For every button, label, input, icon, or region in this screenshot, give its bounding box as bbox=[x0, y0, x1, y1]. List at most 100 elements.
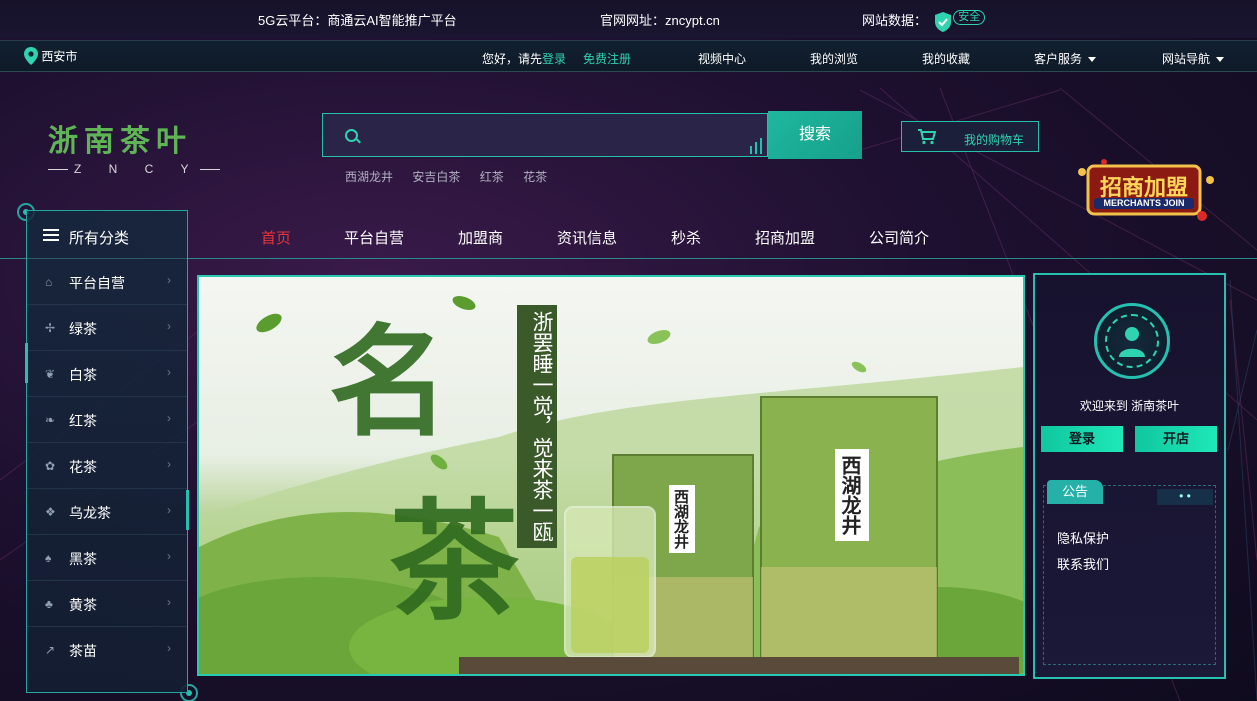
leaf-icon: ❖ bbox=[45, 505, 56, 519]
search-box bbox=[322, 113, 768, 157]
banner-big-character-2: 茶 bbox=[389, 485, 520, 638]
merchant-en-text: MERCHANTS JOIN bbox=[1094, 198, 1194, 209]
logo-subtitle: Z N C Y bbox=[48, 162, 228, 176]
shopping-cart-button[interactable]: 我的购物车 bbox=[901, 121, 1039, 152]
notice-pagination-dots[interactable]: • • bbox=[1157, 489, 1213, 505]
category-item[interactable]: ❦ 白茶 › bbox=[27, 351, 187, 397]
chevron-right-icon: › bbox=[167, 365, 171, 379]
platform-text: 5G云平台：商通云AI智能推广平台 bbox=[258, 13, 457, 28]
banner-artwork bbox=[199, 296, 1023, 674]
category-item[interactable]: ♣ 黄茶 › bbox=[27, 581, 187, 627]
customer-service-label: 客户服务 bbox=[1034, 52, 1083, 66]
notice-tab[interactable]: 公告 bbox=[1047, 480, 1103, 504]
chevron-down-icon bbox=[1216, 57, 1225, 63]
my-browse-link[interactable]: 我的浏览 bbox=[810, 50, 858, 67]
tea-box-label-large: 西湖龙井 bbox=[835, 449, 869, 541]
search-icon bbox=[345, 129, 358, 142]
cart-label: 我的购物车 bbox=[964, 133, 1025, 147]
shield-check-icon bbox=[934, 11, 951, 32]
my-favorites-link[interactable]: 我的收藏 bbox=[922, 50, 970, 67]
nav-company-intro[interactable]: 公司简介 bbox=[869, 227, 929, 248]
logo-sub-text: Z N C Y bbox=[74, 162, 201, 176]
chevron-right-icon: › bbox=[167, 319, 171, 333]
chevron-right-icon: › bbox=[167, 641, 171, 655]
site-logo[interactable]: 浙南茶叶 Z N C Y bbox=[48, 116, 228, 176]
category-header-label: 所有分类 bbox=[69, 230, 130, 247]
location-text: 西安市 bbox=[41, 49, 78, 64]
category-header[interactable]: 所有分类 bbox=[27, 211, 187, 259]
banner-big-character-1: 名 bbox=[329, 312, 449, 453]
category-label: 白茶 bbox=[69, 367, 97, 383]
chevron-down-icon bbox=[1088, 57, 1097, 63]
category-label: 黄茶 bbox=[69, 597, 97, 613]
category-label: 平台自营 bbox=[69, 275, 125, 291]
site-nav-menu[interactable]: 网站导航 bbox=[1162, 50, 1225, 67]
nav-platform-self[interactable]: 平台自营 bbox=[344, 227, 404, 248]
customer-service-menu[interactable]: 客户服务 bbox=[1034, 50, 1097, 67]
leaf-icon: ❧ bbox=[45, 413, 56, 427]
search-input[interactable] bbox=[369, 122, 749, 148]
chevron-right-icon: › bbox=[167, 503, 171, 517]
login-link[interactable]: 登录 bbox=[542, 52, 566, 66]
sidebar-accent bbox=[25, 343, 28, 383]
location[interactable]: 西安市 bbox=[24, 47, 77, 65]
hero-banner[interactable]: 名 茶 浙罢睡一觉，觉来茶一瓯 西湖龙井 西湖龙井 bbox=[197, 275, 1025, 676]
main-navigation: 首页 平台自营 加盟商 资讯信息 秒杀 招商加盟 公司简介 bbox=[0, 213, 1257, 259]
flower-icon: ✿ bbox=[45, 459, 56, 473]
logo-title: 浙南茶叶 bbox=[48, 124, 192, 159]
leaf-icon: ♠ bbox=[45, 551, 52, 565]
chevron-right-icon: › bbox=[167, 549, 171, 563]
nav-merchants[interactable]: 招商加盟 bbox=[755, 227, 815, 248]
open-store-button[interactable]: 开店 bbox=[1135, 426, 1217, 452]
category-item[interactable]: ✢ 绿茶 › bbox=[27, 305, 187, 351]
sidebar-accent bbox=[186, 490, 189, 530]
signal-bars-decoration bbox=[750, 138, 762, 154]
chevron-right-icon: › bbox=[167, 595, 171, 609]
category-label: 茶苗 bbox=[69, 643, 97, 659]
search-button[interactable]: 搜索 bbox=[768, 111, 862, 159]
site-data-status: 网站数据： 安全 bbox=[862, 10, 986, 33]
privacy-link[interactable]: 隐私保护 bbox=[1057, 528, 1109, 547]
contact-link[interactable]: 联系我们 bbox=[1057, 554, 1109, 573]
user-icon bbox=[1119, 327, 1145, 357]
login-button[interactable]: 登录 bbox=[1041, 426, 1123, 452]
leaf-icon: ✢ bbox=[45, 321, 56, 335]
category-item[interactable]: ✿ 花茶 › bbox=[27, 443, 187, 489]
sprout-icon: ↗ bbox=[45, 643, 56, 657]
chevron-right-icon: › bbox=[167, 457, 171, 471]
nav-home[interactable]: 首页 bbox=[261, 227, 291, 248]
hot-word[interactable]: 西湖龙井 bbox=[345, 170, 393, 184]
category-label: 花茶 bbox=[69, 459, 97, 475]
nav-flash-sale[interactable]: 秒杀 bbox=[671, 227, 701, 248]
login-prompt: 您好，请先登录 bbox=[482, 50, 566, 67]
category-item[interactable]: ↗ 茶苗 › bbox=[27, 627, 187, 673]
user-panel: 欢迎来到 浙南茶叶 登录 开店 公告 • • 隐私保护 联系我们 bbox=[1033, 273, 1226, 679]
hot-word[interactable]: 红茶 bbox=[480, 170, 504, 184]
safe-badge: 安全 bbox=[953, 10, 986, 26]
category-item[interactable]: ♠ 黑茶 › bbox=[27, 535, 187, 581]
nav-franchisees[interactable]: 加盟商 bbox=[458, 227, 503, 248]
shop-icon: ⌂ bbox=[45, 275, 53, 289]
top-info-bar: 5G云平台：商通云AI智能推广平台 官网网址：zncypt.cn 网站数据： 安… bbox=[0, 0, 1257, 38]
chevron-right-icon: › bbox=[167, 411, 171, 425]
leaf-icon: ♣ bbox=[45, 597, 53, 611]
category-label: 红茶 bbox=[69, 413, 97, 429]
hot-search-words: 西湖龙井 安吉白茶 红茶 花茶 bbox=[345, 168, 563, 185]
hot-word[interactable]: 花茶 bbox=[523, 170, 547, 184]
hot-word[interactable]: 安吉白茶 bbox=[412, 170, 460, 184]
tea-box-label-small: 西湖龙井 bbox=[669, 485, 695, 553]
category-item[interactable]: ⌂ 平台自营 › bbox=[27, 259, 187, 305]
category-label: 绿茶 bbox=[69, 321, 97, 337]
notice-box bbox=[1043, 485, 1216, 665]
category-label: 乌龙茶 bbox=[69, 505, 111, 521]
search-bar: 搜索 bbox=[322, 111, 862, 161]
category-item[interactable]: ❧ 红茶 › bbox=[27, 397, 187, 443]
register-link[interactable]: 免费注册 bbox=[583, 50, 631, 67]
video-center-link[interactable]: 视频中心 bbox=[698, 50, 746, 67]
nav-news[interactable]: 资讯信息 bbox=[557, 227, 617, 248]
category-item[interactable]: ❖ 乌龙茶 › bbox=[27, 489, 187, 535]
chevron-right-icon: › bbox=[167, 273, 171, 287]
cart-icon bbox=[918, 129, 936, 145]
greeting-text: 您好，请先 bbox=[482, 52, 543, 66]
site-nav-label: 网站导航 bbox=[1162, 52, 1211, 66]
